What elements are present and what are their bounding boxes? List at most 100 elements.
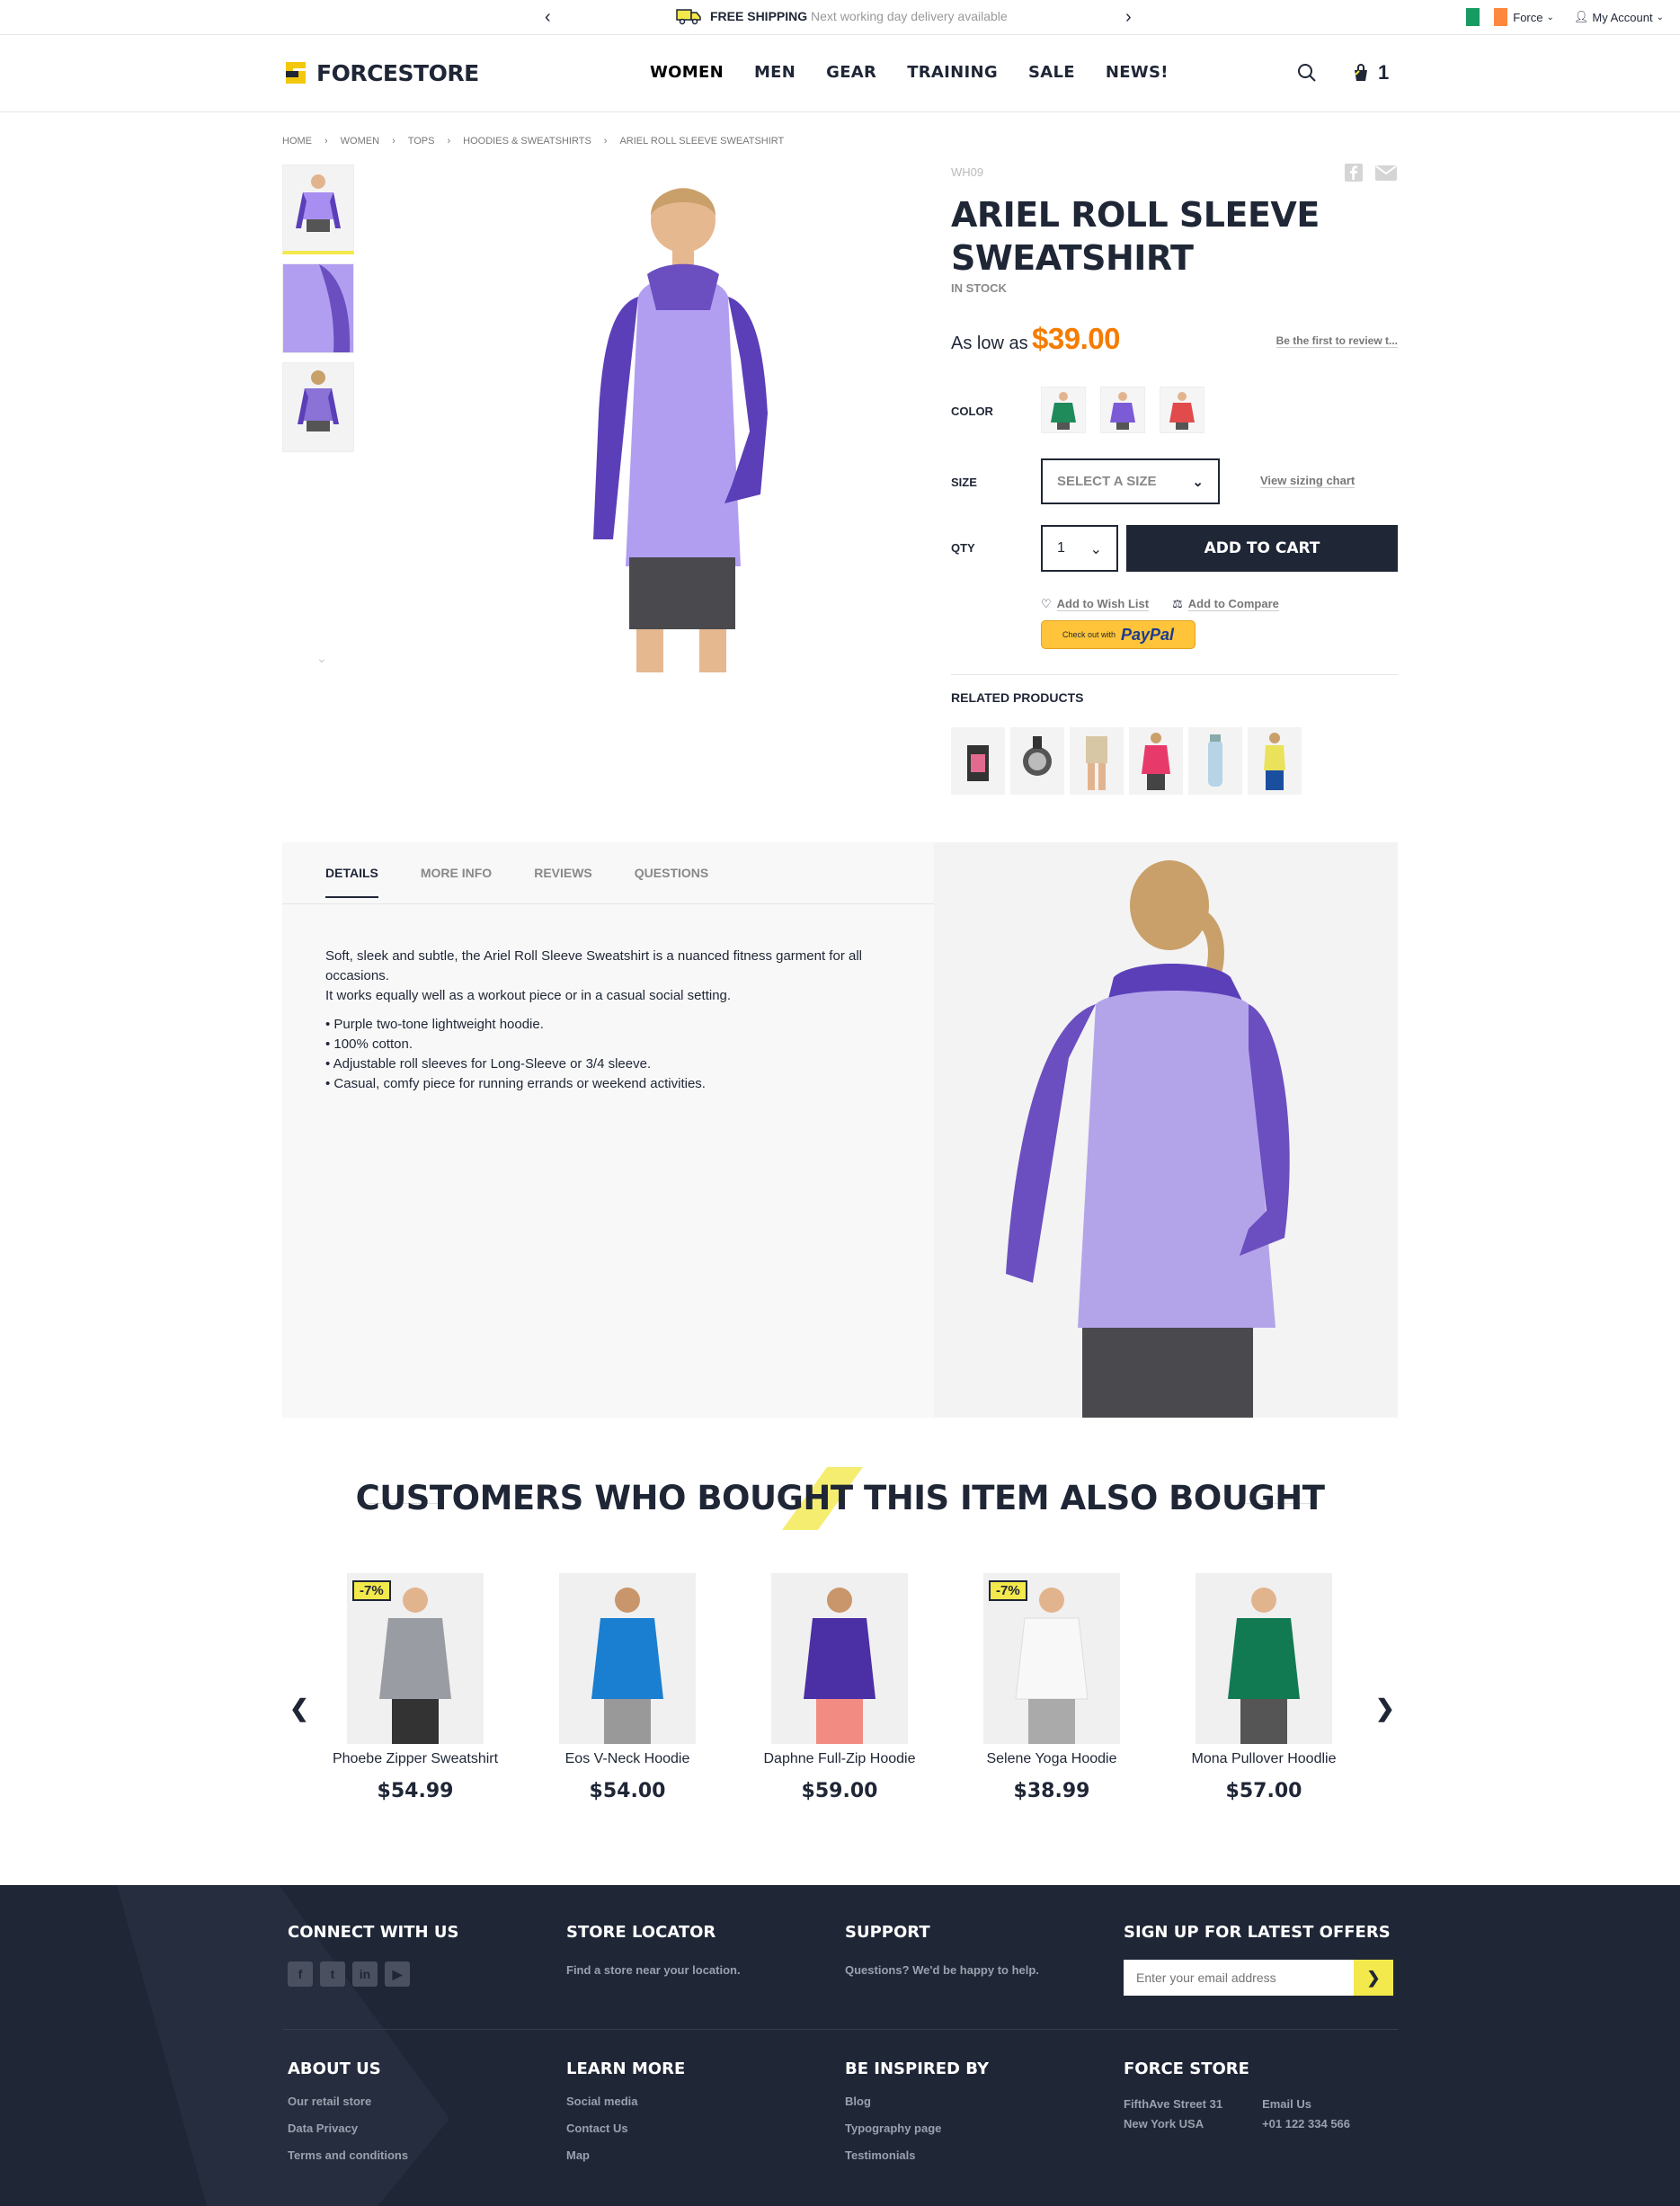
size-placeholder: SELECT A SIZE	[1057, 474, 1157, 489]
product-info: WH09 ARIEL ROLL SLEEVE SWEATSHIRT IN STO…	[951, 165, 1398, 295]
footer-heading: SIGN UP FOR LATEST OFFERS	[1124, 1923, 1391, 1942]
product-thumbnail[interactable]	[282, 263, 354, 353]
account-label: My Account	[1592, 10, 1653, 24]
account-menu[interactable]: 👤︎ My Account ⌄	[1574, 10, 1664, 24]
tab-more-info[interactable]: MORE INFO	[421, 866, 492, 898]
footer-link[interactable]: Terms and conditions	[288, 2148, 408, 2162]
newsletter-email-input[interactable]	[1124, 1960, 1354, 1996]
nav-news[interactable]: NEWS!	[1106, 63, 1169, 82]
carousel-next-arrow[interactable]: ❯	[1375, 1695, 1395, 1722]
related-product[interactable]	[951, 727, 1005, 795]
linkedin-icon[interactable]: in	[352, 1961, 378, 1987]
scale-icon: ⚖	[1172, 597, 1183, 610]
footer-heading: LEARN MORE	[566, 2059, 686, 2078]
product-card-price: $57.00	[1225, 1780, 1302, 1802]
product-card-name[interactable]: Phoebe Zipper Sweatshirt	[325, 1749, 505, 1769]
breadcrumb-hoodies[interactable]: HOODIES & SWEATSHIRTS	[463, 136, 591, 147]
store-switcher[interactable]: Force ⌄	[1466, 8, 1554, 26]
tab-details[interactable]: DETAILS	[325, 866, 378, 898]
chevron-right-icon: ›	[324, 136, 328, 147]
add-to-wishlist-link[interactable]: ♡ Add to Wish List	[1041, 597, 1150, 611]
facebook-icon[interactable]: f	[288, 1961, 313, 1987]
color-swatch-purple[interactable]	[1100, 387, 1145, 433]
footer-heading: SUPPORT	[845, 1923, 930, 1942]
email-share-icon[interactable]	[1375, 165, 1397, 185]
product-card[interactable]: Daphne Full-Zip Hoodie $59.00	[750, 1573, 929, 1802]
related-product[interactable]	[1010, 727, 1064, 795]
color-swatch-red[interactable]	[1160, 387, 1204, 433]
next-promo-arrow[interactable]: ›	[1125, 7, 1132, 28]
footer-heading: FORCE STORE	[1124, 2059, 1249, 2078]
product-card[interactable]: Eos V-Neck Hoodie $54.00	[538, 1573, 717, 1802]
nav-sale[interactable]: SALE	[1028, 63, 1075, 82]
tab-questions[interactable]: QUESTIONS	[635, 866, 708, 898]
thumbnails-down-arrow[interactable]: ⌄	[316, 651, 327, 666]
product-card[interactable]: Mona Pullover Hoodlie $57.00	[1174, 1573, 1354, 1802]
footer-link[interactable]: Data Privacy	[288, 2121, 408, 2135]
product-sku: WH09	[951, 165, 984, 179]
product-main-image[interactable]	[503, 171, 845, 674]
review-link[interactable]: Be the first to review t...	[1276, 334, 1398, 348]
footer-link[interactable]: Contact Us	[566, 2121, 685, 2135]
breadcrumb-current: ARIEL ROLL SLEEVE SWEATSHIRT	[619, 136, 785, 147]
color-swatch-green[interactable]	[1041, 387, 1086, 433]
site-footer: CONNECT WITH US f t in ▶ STORE LOCATOR Find…	[0, 1885, 1680, 2206]
footer-link[interactable]: Typography page	[845, 2121, 989, 2135]
cart-button[interactable]: 1	[1353, 61, 1389, 85]
breadcrumb-women[interactable]: WOMEN	[341, 136, 379, 147]
add-to-compare-link[interactable]: ⚖ Add to Compare	[1172, 597, 1279, 611]
size-select[interactable]: SELECT A SIZE ⌄	[1041, 458, 1220, 504]
footer-heading: ABOUT US	[288, 2059, 381, 2078]
footer-link[interactable]: Map	[566, 2148, 685, 2162]
footer-link[interactable]: Blog	[845, 2095, 989, 2108]
site-logo[interactable]: FORCESTORE	[282, 58, 479, 87]
search-icon[interactable]	[1297, 63, 1317, 83]
tab-reviews[interactable]: REVIEWS	[534, 866, 592, 898]
store-locator-link[interactable]: Find a store near your location.	[566, 1963, 741, 1977]
related-product[interactable]	[1129, 727, 1183, 795]
prev-promo-arrow[interactable]: ‹	[545, 7, 551, 28]
paypal-checkout-button[interactable]: Check out with PayPal	[1041, 620, 1196, 649]
product-back-image	[934, 842, 1398, 1418]
carousel-prev-arrow[interactable]: ❮	[289, 1695, 309, 1722]
nav-gear[interactable]: GEAR	[826, 63, 876, 82]
nav-training[interactable]: TRAINING	[907, 63, 998, 82]
cart-icon	[1355, 64, 1367, 81]
product-card[interactable]: -7% Phoebe Zipper Sweatshirt $54.99	[325, 1573, 505, 1802]
product-card[interactable]: -7% Selene Yoga Hoodie $38.99	[962, 1573, 1142, 1802]
product-card-name[interactable]: Daphne Full-Zip Hoodie	[750, 1749, 929, 1769]
footer-link[interactable]: Testimonials	[845, 2148, 989, 2162]
product-card-name[interactable]: Mona Pullover Hoodlie	[1174, 1749, 1354, 1769]
sizing-chart-link[interactable]: View sizing chart	[1260, 474, 1356, 488]
youtube-icon[interactable]: ▶	[385, 1961, 410, 1987]
nav-women[interactable]: WOMEN	[650, 63, 724, 82]
related-product[interactable]	[1188, 727, 1242, 795]
product-thumbnail[interactable]	[282, 165, 354, 254]
qty-select[interactable]: 1 ⌄	[1041, 525, 1118, 572]
support-link[interactable]: Questions? We'd be happy to help.	[845, 1963, 1039, 1977]
footer-heading: BE INSPIRED BY	[845, 2059, 990, 2078]
nav-men[interactable]: MEN	[754, 63, 796, 82]
footer-link[interactable]: Social media	[566, 2095, 685, 2108]
facebook-share-icon[interactable]	[1345, 164, 1363, 186]
related-product[interactable]	[1248, 727, 1302, 795]
product-title: ARIEL ROLL SLEEVE SWEATSHIRT	[951, 193, 1398, 280]
email-us-link[interactable]: Email Us	[1262, 2095, 1350, 2114]
product-thumbnail[interactable]	[282, 362, 354, 452]
related-product[interactable]	[1070, 727, 1124, 795]
newsletter-submit-button[interactable]: ❯	[1354, 1960, 1393, 1996]
compare-label: Add to Compare	[1187, 597, 1279, 611]
twitter-icon[interactable]: t	[320, 1961, 345, 1987]
product-card-name[interactable]: Eos V-Neck Hoodie	[538, 1749, 717, 1769]
product-card-image: -7%	[983, 1573, 1120, 1744]
product-card-name[interactable]: Selene Yoga Hoodie	[962, 1749, 1142, 1769]
breadcrumb-home[interactable]: HOME	[282, 136, 312, 147]
footer-link[interactable]: Our retail store	[288, 2095, 408, 2108]
product-card-price: $54.99	[377, 1780, 454, 1802]
chevron-right-icon: ›	[603, 136, 608, 147]
shipping-promo: FREE SHIPPING Next working day delivery …	[676, 7, 1008, 25]
desc-bullet: • 100% cotton.	[325, 1036, 413, 1052]
add-to-cart-button[interactable]: ADD TO CART	[1126, 525, 1398, 572]
product-title-line2: SWEATSHIRT	[951, 238, 1194, 278]
breadcrumb-tops[interactable]: TOPS	[408, 136, 435, 147]
